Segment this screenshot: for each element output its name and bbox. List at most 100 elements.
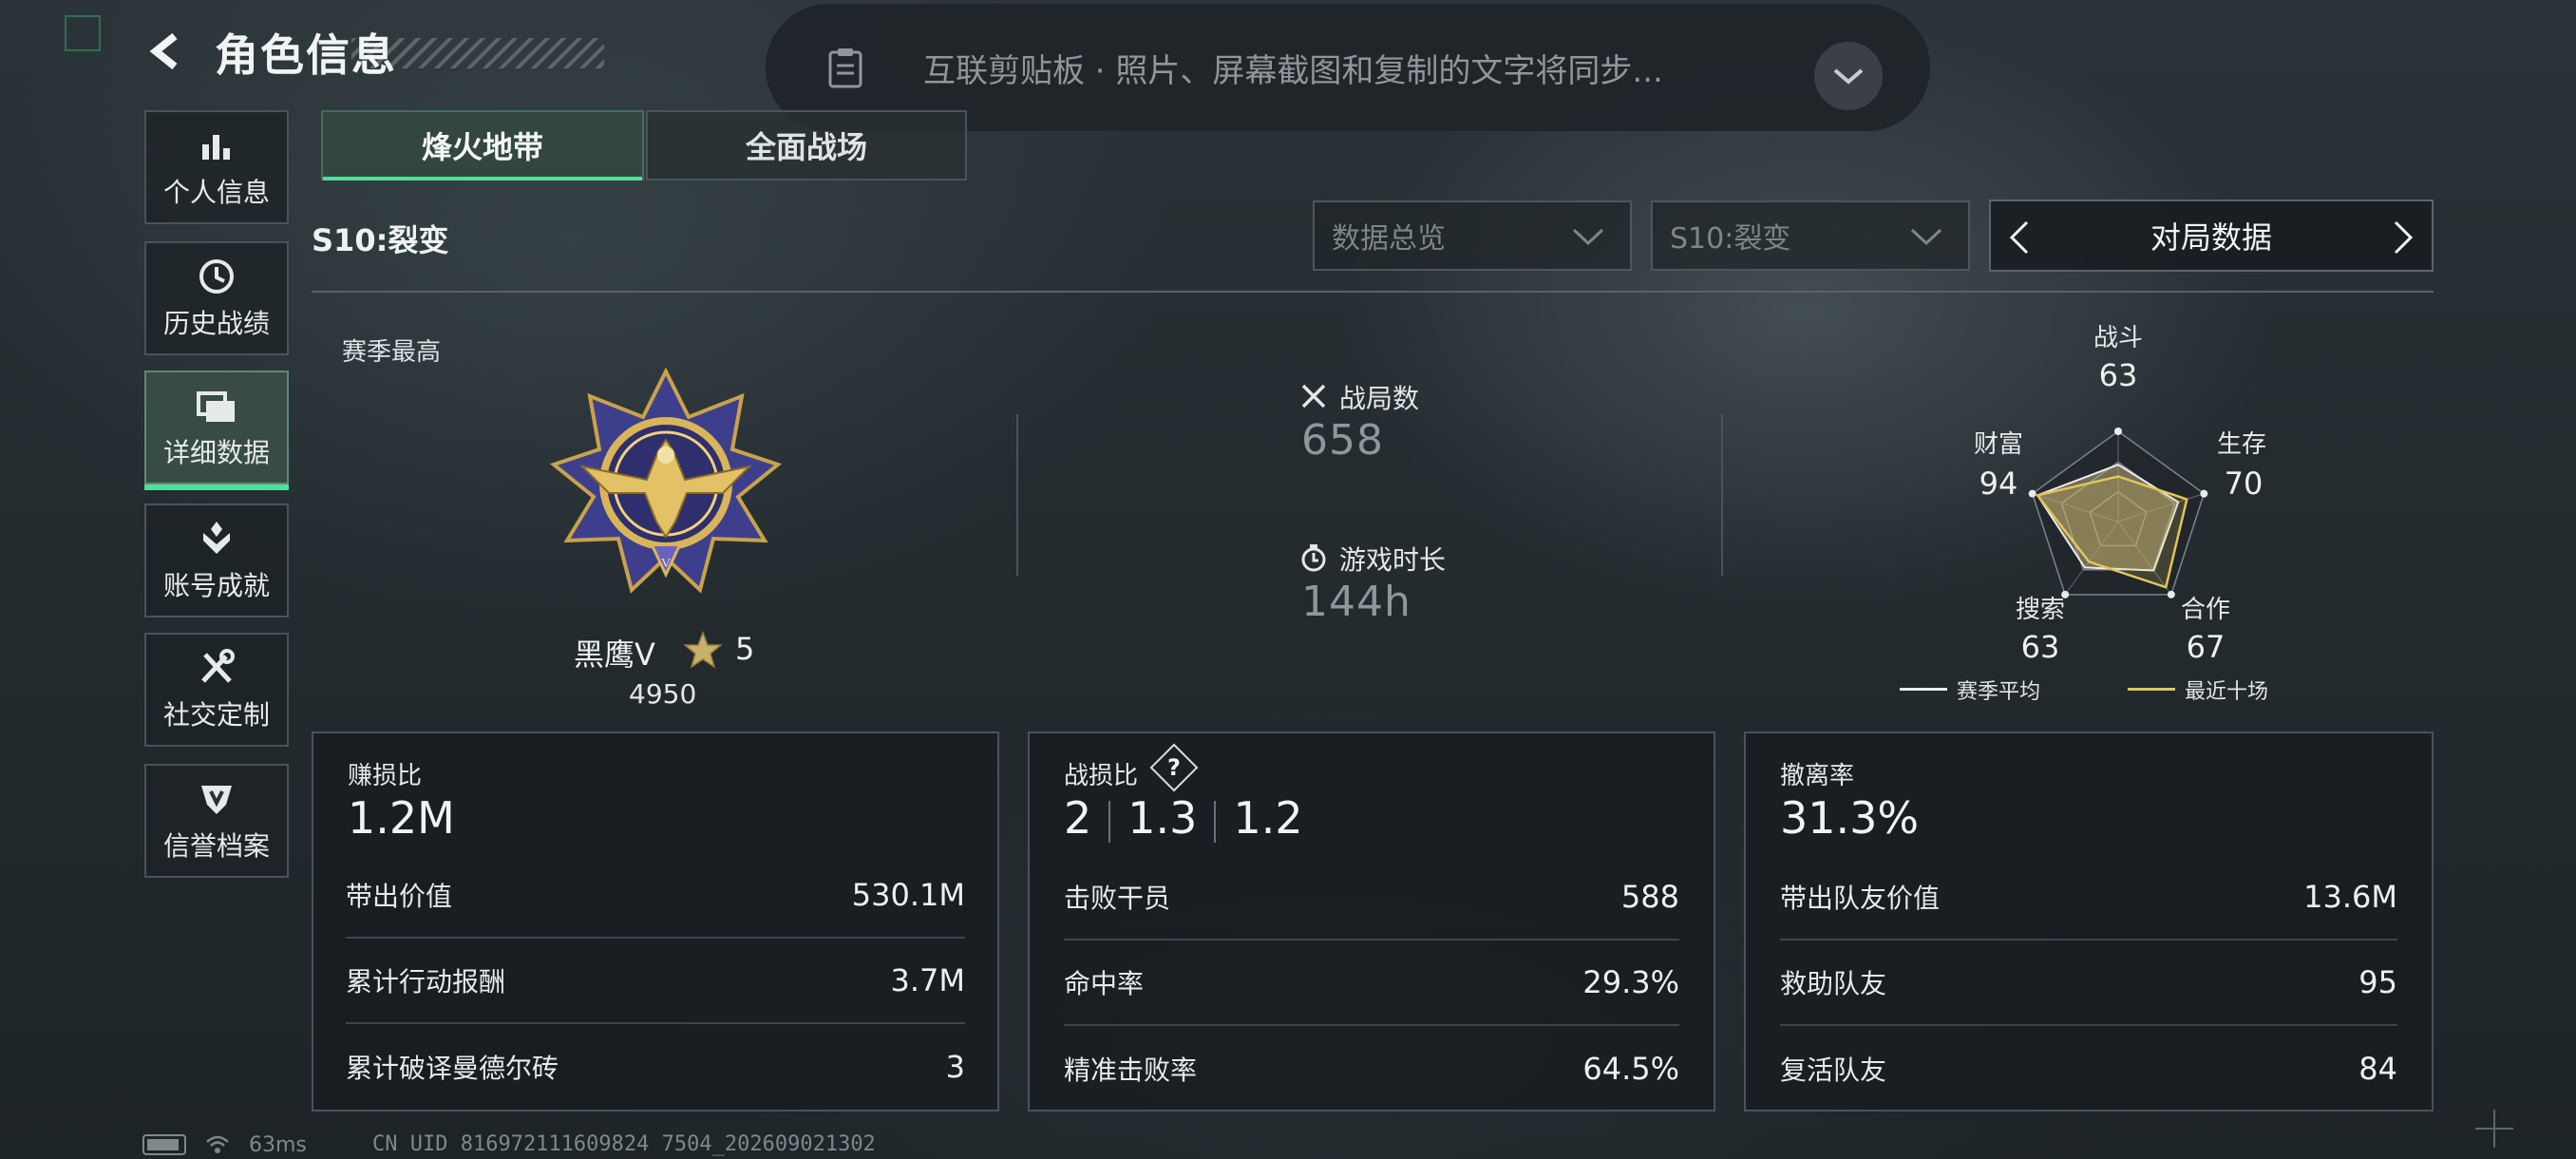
stopwatch-icon — [1301, 544, 1326, 572]
uid-text: CN UID 816972111609824 7504_202609021302 — [372, 1132, 876, 1156]
sidebar-item-label: 历史战绩 — [162, 308, 270, 339]
sidebar-item-reputation[interactable]: 信誉档案 — [144, 764, 289, 878]
legend-recent-ten-swatch — [2128, 688, 2175, 691]
achievement-icon — [196, 518, 237, 560]
ratio-separator — [1108, 800, 1111, 843]
row-value: 95 — [2358, 964, 2397, 1000]
radar-axis-value: 67 — [2187, 629, 2226, 665]
radar-vertex-point — [2028, 489, 2036, 498]
star-icon — [684, 631, 722, 669]
row-value: 530.1M — [851, 877, 965, 913]
radar-axis-label: 生存 — [2217, 430, 2266, 459]
chevron-left-icon[interactable] — [2008, 220, 2031, 255]
rank-star-count: 5 — [735, 631, 755, 667]
profit-rows: 带出价值 530.1M 累计行动报酬 3.7M 累计破译曼德尔砖 3 — [312, 732, 999, 1112]
season-best-title: 赛季最高 — [342, 338, 442, 367]
back-arrow-icon — [149, 32, 178, 70]
sidebar-item-social[interactable]: 社交定制 — [144, 633, 289, 747]
row-label: 带出价值 — [346, 881, 453, 912]
kd-ratio-1: 2 — [1064, 792, 1092, 844]
dropdown-value: S10:裂变 — [1670, 222, 1791, 256]
chevron-right-icon[interactable] — [2392, 220, 2415, 255]
match-data-pager: 对局数据 — [1989, 200, 2434, 272]
legend-recent-ten: 最近十场 — [2185, 680, 2269, 704]
kd-ratio-2: 1.3 — [1127, 792, 1198, 844]
sidebar-item-personal-info[interactable]: 个人信息 — [144, 110, 289, 224]
crosshair-decoration — [2475, 1110, 2513, 1148]
chevron-down-icon — [1910, 228, 1942, 246]
tab-label: 烽火地带 — [421, 129, 543, 165]
radar-axis-label: 合作 — [2181, 596, 2230, 624]
kd-ratio-3: 1.2 — [1233, 792, 1303, 844]
chevron-down-icon — [1572, 228, 1604, 246]
back-button[interactable] — [142, 27, 192, 76]
extraction-rate-value: 31.3% — [1780, 792, 1920, 844]
tab-active-underline — [323, 177, 642, 180]
toast-expand-button[interactable] — [1814, 42, 1883, 110]
black-hawk-rank-medal-icon: V — [549, 367, 783, 594]
row-value: 588 — [1620, 879, 1679, 915]
radar-axis-value: 63 — [2021, 629, 2060, 665]
stat-row: 命中率 29.3% — [1064, 940, 1679, 1026]
clipboard-toast-text: 互联剪贴板 · 照片、屏幕截图和复制的文字将同步... — [923, 51, 1663, 90]
row-label: 累计破译曼德尔砖 — [346, 1053, 559, 1084]
column-divider — [1721, 414, 1723, 576]
radar-axis-value: 63 — [2099, 357, 2138, 393]
radar-vertex-point — [2167, 590, 2175, 598]
sidebar-item-detail-data[interactable]: 详细数据 — [144, 370, 289, 490]
stat-row: 击败干员 588 — [1064, 855, 1679, 940]
rank-score: 4950 — [629, 678, 697, 710]
matches-label: 战局数 — [1339, 383, 1420, 414]
rank-name: 黑鹰Ⅴ — [574, 636, 655, 673]
tab-fire-zone[interactable]: 烽火地带 — [321, 110, 644, 180]
tab-label: 全面战场 — [745, 129, 867, 165]
active-indicator — [144, 484, 289, 490]
radar-axis-value: 70 — [2225, 466, 2263, 502]
bar-chart-icon — [196, 124, 237, 166]
row-label: 复活队友 — [1780, 1054, 1887, 1086]
sidebar-item-achievements[interactable]: 账号成就 — [144, 504, 289, 618]
sidebar-item-label: 个人信息 — [162, 177, 270, 208]
kd-ratio-panel: 战损比 ? 2 1.3 1.2 击败干员 588 命中率 29.3% 精准击败率 6… — [1028, 732, 1715, 1112]
tools-icon — [196, 647, 237, 689]
sidebar-item-history[interactable]: 历史战绩 — [144, 241, 289, 355]
row-value: 64.5% — [1582, 1051, 1679, 1087]
clipboard-icon — [828, 48, 862, 88]
pager-label: 对局数据 — [2150, 219, 2272, 256]
stat-row: 精准击败率 64.5% — [1064, 1026, 1679, 1112]
legend-season-avg: 赛季平均 — [1957, 680, 2041, 704]
sidebar-item-label: 社交定制 — [162, 699, 270, 731]
data-view-dropdown[interactable]: 数据总览 — [1313, 200, 1632, 271]
help-icon[interactable]: ? — [1157, 750, 1191, 785]
extraction-rate-panel: 撤离率 31.3% 带出队友价值 13.6M 救助队友 95 复活队友 84 — [1744, 732, 2434, 1112]
column-divider — [1016, 414, 1018, 576]
battery-icon — [142, 1134, 186, 1155]
ability-radar-chart: 战斗 63 生存 70 合作 67 搜索 63 财富 94 — [1974, 324, 2266, 665]
stat-row: 带出价值 530.1M — [346, 853, 965, 939]
chevron-down-icon — [1833, 68, 1864, 85]
panel-title: 战损比 — [1064, 762, 1139, 790]
row-value: 29.3% — [1582, 964, 1679, 1000]
tab-full-battlefield[interactable]: 全面战场 — [646, 110, 967, 180]
section-divider — [312, 291, 2434, 293]
matches-value: 658 — [1301, 416, 1384, 465]
sidebar-item-label: 详细数据 — [162, 437, 270, 468]
stat-row: 累计破译曼德尔砖 3 — [346, 1024, 965, 1110]
shield-badge-icon — [196, 778, 237, 820]
stat-row: 复活队友 84 — [1780, 1026, 2397, 1112]
row-value: 3 — [945, 1049, 965, 1085]
sidebar-item-label: 账号成就 — [162, 570, 270, 601]
radar-vertex-point — [2114, 428, 2122, 435]
season-dropdown[interactable]: S10:裂变 — [1651, 200, 1970, 271]
status-bar: 63ms — [142, 1132, 307, 1157]
row-value: 3.7M — [890, 962, 966, 998]
stat-row: 救助队友 95 — [1780, 940, 2397, 1026]
radar-axis-label: 财富 — [1974, 430, 2023, 459]
row-label: 带出队友价值 — [1780, 883, 1941, 914]
playtime-label: 游戏时长 — [1339, 544, 1447, 576]
season-label: S10:裂变 — [312, 222, 449, 258]
radar-axis-value: 94 — [1979, 466, 2018, 502]
row-label: 精准击败率 — [1064, 1054, 1198, 1086]
dropdown-value: 数据总览 — [1332, 222, 1446, 256]
row-label: 救助队友 — [1780, 968, 1887, 999]
